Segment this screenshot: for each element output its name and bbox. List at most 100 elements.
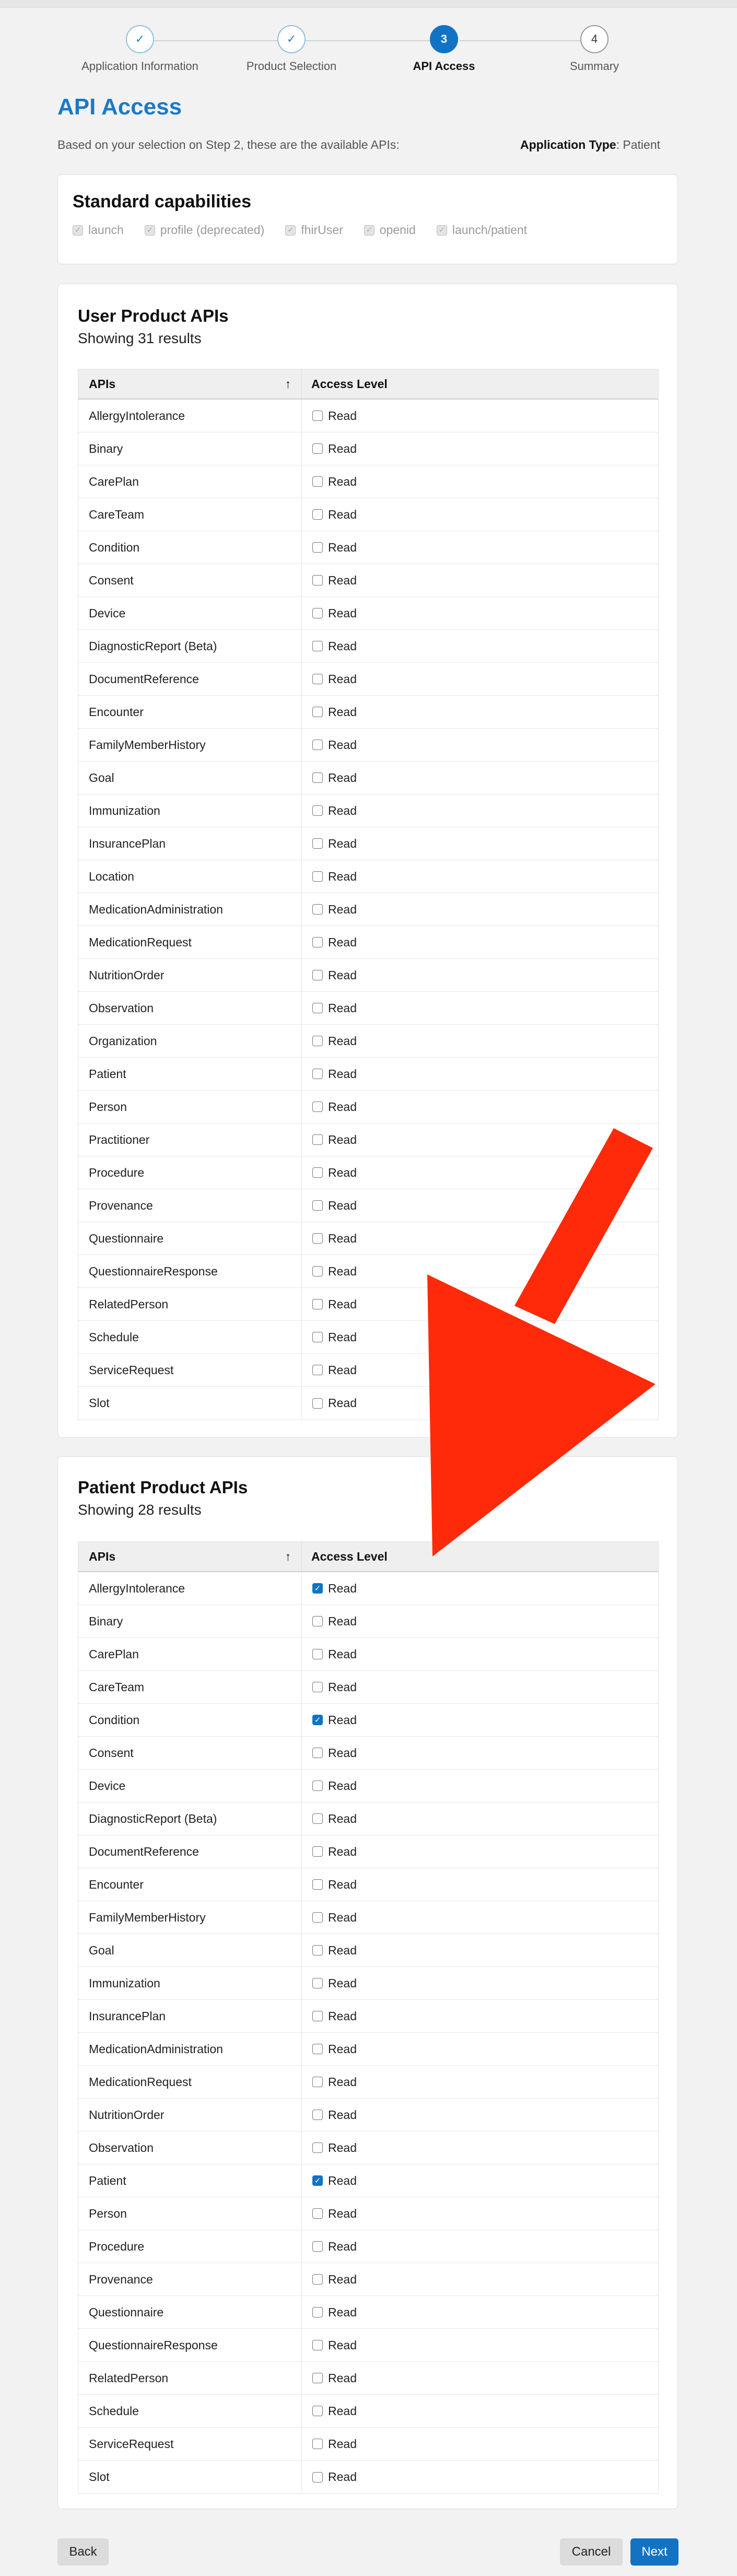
read-checkbox[interactable] (312, 1069, 323, 1079)
api-name: Consent (78, 1737, 302, 1769)
read-checkbox[interactable] (312, 443, 323, 454)
read-checkbox[interactable] (312, 1003, 323, 1013)
capability-launch: ✓ launch (73, 223, 124, 237)
read-checkbox[interactable] (312, 1682, 323, 1692)
access-level-cell: ✓ Read (302, 1572, 357, 1605)
read-checkbox[interactable] (312, 509, 323, 520)
table-row: Procedure Read (78, 1156, 658, 1189)
read-checkbox[interactable] (312, 2110, 323, 2120)
read-checkbox[interactable] (312, 2274, 323, 2285)
read-checkbox[interactable] (312, 2472, 323, 2483)
read-checkbox[interactable] (312, 707, 323, 717)
read-checkbox[interactable] (312, 641, 323, 651)
api-name: Questionnaire (78, 1222, 302, 1255)
read-checkbox[interactable] (312, 1036, 323, 1046)
read-checkbox[interactable] (312, 1233, 323, 1244)
step-application-information[interactable]: ✓ Application Information (67, 25, 213, 73)
read-checkbox[interactable] (312, 970, 323, 980)
api-name: RelatedPerson (78, 2362, 302, 2394)
read-checkbox[interactable] (312, 674, 323, 684)
step-label: Product Selection (246, 60, 337, 73)
patient-product-apis-card: Patient Product APIs Showing 28 results … (57, 1456, 678, 2509)
table-row: Patient ✓ Read (78, 2164, 658, 2197)
read-checkbox[interactable] (312, 1846, 323, 1857)
read-checkbox[interactable] (312, 2307, 323, 2317)
access-level-cell: Read (302, 1255, 357, 1287)
read-checkbox[interactable] (312, 2011, 323, 2021)
read-checkbox[interactable] (312, 1102, 323, 1112)
read-checkbox[interactable] (312, 1912, 323, 1923)
read-checkbox[interactable] (312, 1813, 323, 1824)
read-checkbox[interactable] (312, 1978, 323, 1988)
access-level-cell: Read (302, 2000, 357, 2032)
read-checkbox[interactable] (312, 772, 323, 783)
access-level-cell: Read (302, 1123, 357, 1156)
table-row: Consent Read (78, 564, 658, 597)
read-checkbox[interactable] (312, 575, 323, 586)
read-checkbox[interactable] (312, 1879, 323, 1890)
read-checkbox[interactable] (312, 608, 323, 618)
read-checkbox[interactable] (312, 2044, 323, 2054)
read-checkbox[interactable] (312, 1649, 323, 1659)
read-checkbox[interactable] (312, 1398, 323, 1409)
column-header-apis[interactable]: APIs ↑ (78, 1542, 302, 1571)
step-api-access: 3 API Access (371, 25, 517, 73)
access-level-label: Read (328, 1297, 357, 1311)
read-checkbox[interactable] (312, 1167, 323, 1178)
read-checkbox[interactable] (312, 2142, 323, 2153)
user-apis-table-body: AllergyIntolerance Read Binary Read CarePlan… (78, 400, 658, 1420)
table-row: Binary Read (78, 1605, 658, 1638)
read-checkbox[interactable] (312, 904, 323, 915)
sort-ascending-icon[interactable]: ↑ (285, 377, 291, 391)
read-checkbox[interactable] (312, 2340, 323, 2350)
read-checkbox[interactable] (312, 1134, 323, 1145)
table-row: Observation Read (78, 992, 658, 1025)
read-checkbox-checked[interactable]: ✓ (312, 1583, 323, 1594)
capability-launch-patient: ✓ launch/patient (436, 223, 527, 237)
read-checkbox[interactable] (312, 2439, 323, 2449)
api-name: Questionnaire (78, 2296, 302, 2328)
read-checkbox[interactable] (312, 740, 323, 750)
read-checkbox[interactable] (312, 1365, 323, 1375)
api-name: Person (78, 2197, 302, 2230)
read-checkbox[interactable] (312, 1616, 323, 1626)
read-checkbox[interactable] (312, 2077, 323, 2087)
sort-ascending-icon[interactable]: ↑ (285, 1550, 291, 1564)
table-row: MedicationAdministration Read (78, 2033, 658, 2066)
read-checkbox[interactable] (312, 1748, 323, 1758)
read-checkbox[interactable] (312, 937, 323, 947)
api-name: FamilyMemberHistory (78, 1901, 302, 1934)
read-checkbox[interactable] (312, 1945, 323, 1956)
read-checkbox[interactable] (312, 2208, 323, 2219)
table-row: Practitioner Read (78, 1123, 658, 1156)
access-level-label: Read (328, 639, 357, 653)
api-name: Consent (78, 564, 302, 596)
read-checkbox[interactable] (312, 871, 323, 882)
step-product-selection[interactable]: ✓ Product Selection (218, 25, 365, 73)
api-name: CarePlan (78, 1638, 302, 1670)
table-row: Observation Read (78, 2132, 658, 2164)
read-checkbox[interactable] (312, 2241, 323, 2252)
read-checkbox[interactable] (312, 1266, 323, 1277)
read-checkbox-checked[interactable]: ✓ (312, 2175, 323, 2186)
api-name: Condition (78, 531, 302, 564)
back-button[interactable]: Back (57, 2538, 109, 2566)
read-checkbox[interactable] (312, 411, 323, 421)
read-checkbox[interactable] (312, 838, 323, 849)
read-checkbox-checked[interactable]: ✓ (312, 1715, 323, 1725)
read-checkbox[interactable] (312, 542, 323, 553)
read-checkbox[interactable] (312, 1200, 323, 1211)
read-checkbox[interactable] (312, 1332, 323, 1342)
cancel-button[interactable]: Cancel (560, 2538, 623, 2566)
read-checkbox[interactable] (312, 805, 323, 816)
user-results-count: Showing 31 results (78, 330, 202, 346)
read-checkbox[interactable] (312, 1299, 323, 1309)
table-row: DiagnosticReport (Beta) Read (78, 630, 658, 663)
read-checkbox[interactable] (312, 1781, 323, 1791)
capability-openid: ✓ openid (364, 223, 416, 237)
read-checkbox[interactable] (312, 2373, 323, 2383)
next-button[interactable]: Next (630, 2538, 678, 2566)
read-checkbox[interactable] (312, 476, 323, 487)
read-checkbox[interactable] (312, 2406, 323, 2416)
column-header-apis[interactable]: APIs ↑ (78, 369, 302, 399)
